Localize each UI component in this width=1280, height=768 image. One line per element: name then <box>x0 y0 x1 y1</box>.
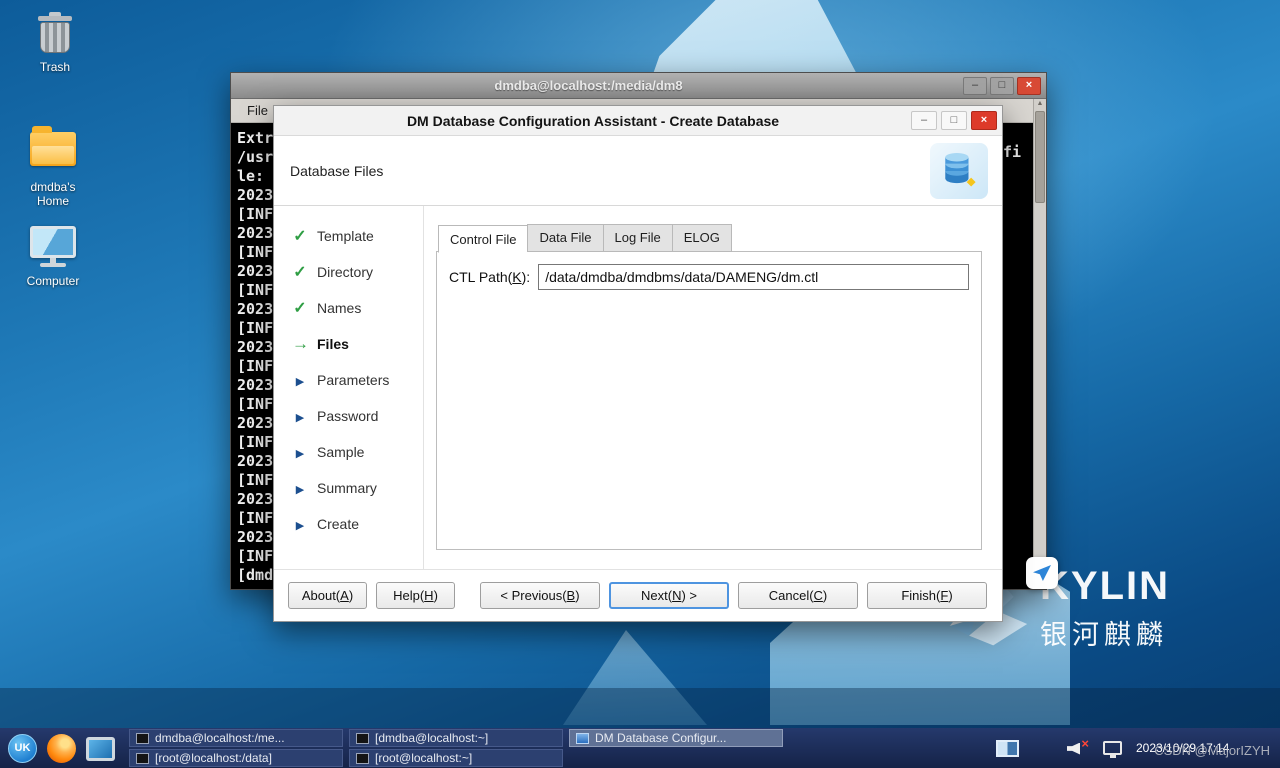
section-title: Database Files <box>290 163 383 179</box>
step-status-icon <box>292 516 308 532</box>
step-label: Parameters <box>317 372 389 388</box>
step-label: Create <box>317 516 359 532</box>
step-label: Template <box>317 228 374 244</box>
next-button[interactable]: Next(N) > <box>609 582 729 609</box>
step-status-icon <box>292 372 308 388</box>
tab[interactable]: Log File <box>603 224 672 252</box>
taskbar-item[interactable]: [dmdba@localhost:~] <box>349 729 563 747</box>
window-icon <box>356 753 369 764</box>
step-status-icon <box>292 480 308 496</box>
dialog-minimize-button[interactable]: – <box>911 111 937 130</box>
taskbar-window-list: dmdba@localhost:/me... [dmdba@localhost:… <box>129 729 783 767</box>
dbca-dialog: DM Database Configuration Assistant - Cr… <box>273 105 1003 622</box>
step-status-icon <box>292 444 308 460</box>
step-status-icon <box>292 262 308 282</box>
kylin-brand-text-cn: 银河麒麟 <box>1040 613 1170 652</box>
dialog-maximize-button[interactable]: □ <box>941 111 967 130</box>
volume-muted-icon[interactable]: × <box>1067 740 1089 757</box>
wizard-steps: Template Directory Names Files Parameter… <box>274 206 424 569</box>
wizard-step[interactable]: Create <box>274 506 423 542</box>
taskbar-item[interactable]: [root@localhost:/data] <box>129 749 343 767</box>
ctl-path-input[interactable] <box>538 264 969 290</box>
step-status-icon <box>292 226 308 246</box>
clock[interactable]: 2023/10/29 17:14 <box>1136 741 1266 755</box>
step-status-icon <box>292 334 308 354</box>
wizard-step[interactable]: Summary <box>274 470 423 506</box>
taskbar-item[interactable]: DM Database Configur... <box>569 729 783 747</box>
kylin-menu-button[interactable]: UK <box>8 734 37 763</box>
window-icon <box>136 753 149 764</box>
taskbar: UK dmdba@localhost:/me... [dmdba@localho… <box>0 728 1280 768</box>
terminal-launcher-icon[interactable] <box>86 737 115 761</box>
step-status-icon <box>292 408 308 424</box>
system-tray: × 2023/10/29 17:14 <box>996 740 1272 757</box>
tab[interactable]: Control File <box>438 225 527 253</box>
files-page: Control FileData FileLog FileELOG CTL Pa… <box>424 206 1002 569</box>
display-tray-icon[interactable] <box>1103 741 1122 755</box>
help-button[interactable]: Help(H) <box>376 582 455 609</box>
taskbar-item[interactable]: dmdba@localhost:/me... <box>129 729 343 747</box>
scrollbar-thumb[interactable] <box>1035 111 1045 203</box>
terminal-titlebar[interactable]: dmdba@localhost:/media/dm8 – □ × <box>231 73 1046 99</box>
cancel-button[interactable]: Cancel(C) <box>738 582 858 609</box>
computer-icon <box>29 226 77 270</box>
terminal-line-fragment: fi <box>1003 143 1021 161</box>
window-icon <box>136 733 149 744</box>
file-tabs: Control FileData FileLog FileELOG <box>436 224 982 252</box>
water-band <box>0 688 1280 730</box>
desktop: KYLIN 银河麒麟 Trash dmdba's Home Computer d… <box>0 0 1280 768</box>
scroll-up-arrow[interactable]: ▲ <box>1034 100 1046 107</box>
desktop-icon-computer[interactable]: Computer <box>14 222 92 288</box>
tab[interactable]: Data File <box>527 224 602 252</box>
ctl-path-label: CTL Path(K): <box>449 269 530 285</box>
terminal-scrollbar[interactable]: ▲ ▼ <box>1033 99 1046 589</box>
tab[interactable]: ELOG <box>672 224 732 252</box>
terminal-close-button[interactable]: × <box>1017 77 1041 95</box>
folder-icon <box>29 132 77 176</box>
dialog-close-button[interactable]: × <box>971 111 997 130</box>
wizard-step[interactable]: Names <box>274 290 423 326</box>
workspace-switcher-icon[interactable] <box>996 740 1019 757</box>
terminal-maximize-button[interactable]: □ <box>990 77 1014 95</box>
desktop-icon-label: Computer <box>14 274 92 288</box>
desktop-icon-home[interactable]: dmdba's Home <box>14 126 92 208</box>
wizard-step[interactable]: Files <box>274 326 423 362</box>
step-label: Password <box>317 408 378 424</box>
step-label: Files <box>317 336 349 352</box>
step-label: Sample <box>317 444 364 460</box>
menu-file[interactable]: File <box>241 101 274 120</box>
dialog-footer: About(A) Help(H) < Previous(B) Next(N) >… <box>274 569 1002 621</box>
about-button[interactable]: About(A) <box>288 582 367 609</box>
popup-glyph-icon <box>1033 565 1051 581</box>
step-label: Directory <box>317 264 373 280</box>
step-label: Names <box>317 300 361 316</box>
dialog-titlebar[interactable]: DM Database Configuration Assistant - Cr… <box>274 106 1002 136</box>
wizard-step[interactable]: Parameters <box>274 362 423 398</box>
desktop-icon-trash[interactable]: Trash <box>16 12 94 74</box>
wizard-step[interactable]: Sample <box>274 434 423 470</box>
terminal-minimize-button[interactable]: – <box>963 77 987 95</box>
step-status-icon <box>292 298 308 318</box>
database-icon-badge <box>930 143 988 199</box>
step-label: Summary <box>317 480 377 496</box>
dialog-header: Database Files <box>274 136 1002 206</box>
window-icon <box>356 733 369 744</box>
kylin-brand-text: KYLIN <box>1040 566 1170 606</box>
wizard-step[interactable]: Password <box>274 398 423 434</box>
desktop-icon-label: Trash <box>16 60 94 74</box>
window-icon <box>576 733 589 744</box>
wizard-step[interactable]: Directory <box>274 254 423 290</box>
control-file-panel: CTL Path(K): <box>436 251 982 550</box>
taskbar-item[interactable]: [root@localhost:~] <box>349 749 563 767</box>
terminal-title: dmdba@localhost:/media/dm8 <box>241 73 936 99</box>
finish-button[interactable]: Finish(F) <box>867 582 987 609</box>
firefox-icon[interactable] <box>47 734 76 763</box>
previous-button[interactable]: < Previous(B) <box>480 582 600 609</box>
database-icon <box>940 152 978 190</box>
wizard-step[interactable]: Template <box>274 218 423 254</box>
notification-popup-icon[interactable] <box>1026 557 1058 589</box>
dialog-title: DM Database Configuration Assistant - Cr… <box>294 106 892 136</box>
trash-icon <box>31 12 79 56</box>
desktop-icon-label: dmdba's Home <box>14 180 92 208</box>
